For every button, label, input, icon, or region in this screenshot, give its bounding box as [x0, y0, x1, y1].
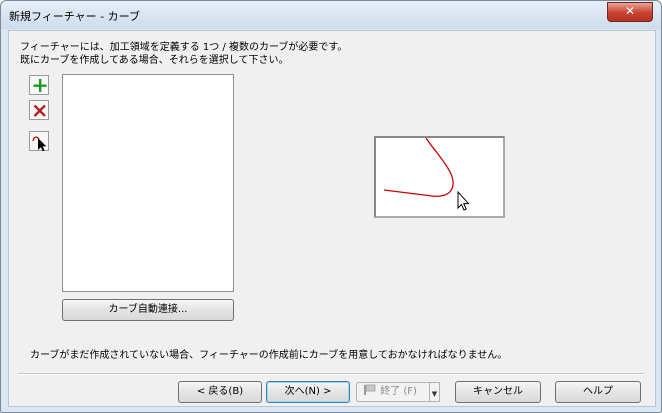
finish-dropdown-arrow[interactable]: ▼ — [430, 382, 440, 402]
curve-preview — [374, 136, 505, 218]
title-bar[interactable]: 新規フィーチャー - カーブ ✕ — [1, 1, 661, 29]
back-button[interactable]: < 戻る(B) — [178, 381, 262, 403]
auto-connect-curves-button[interactable]: カーブ自動連接... — [62, 299, 234, 321]
finish-button[interactable]: 終了 (F) — [356, 382, 430, 402]
close-button[interactable]: ✕ — [607, 2, 653, 22]
finish-label: 終了 (F) — [380, 386, 417, 397]
window-title: 新規フィーチャー - カーブ — [9, 10, 140, 23]
preview-curve-graphic — [383, 138, 470, 211]
select-curve-button[interactable] — [29, 131, 49, 152]
instruction-line-2: 既にカーブを作成してある場合、それらを選択して下さい。 — [20, 55, 289, 66]
select-curve-cursor-icon — [32, 136, 47, 152]
plus-icon — [33, 79, 47, 92]
add-curve-button[interactable] — [29, 75, 49, 95]
help-button[interactable]: ヘルプ — [555, 381, 641, 403]
button-separator — [18, 373, 644, 375]
finish-flag-icon — [364, 384, 376, 395]
curve-list[interactable] — [62, 74, 234, 292]
delete-x-icon — [33, 104, 46, 117]
remove-curve-button[interactable] — [29, 100, 49, 120]
cancel-button[interactable]: キャンセル — [455, 381, 541, 403]
footer-note: カーブがまだ作成されていない場合、フィーチャーの作成前にカーブを用意しておかなけ… — [30, 350, 508, 361]
next-button[interactable]: 次へ(N) > — [266, 381, 350, 403]
